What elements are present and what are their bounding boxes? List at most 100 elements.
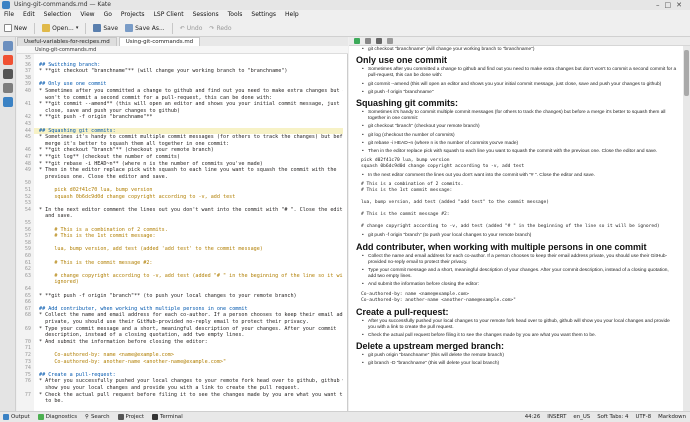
code-line[interactable]: lua, bump version, add test (added 'add …	[39, 246, 343, 253]
menu-item[interactable]: Edit	[23, 10, 35, 20]
code-line[interactable]: pick d02f41c70 lua, bump version	[39, 187, 343, 194]
code-line[interactable]: won't to commit a second commit for a pu…	[39, 95, 343, 102]
tab-useful-variables[interactable]: Useful-variables-for-recipes.md	[17, 37, 117, 46]
code-line[interactable]: ## Squashing git commits:	[34, 127, 343, 135]
code-line[interactable]: previous one. Close the editor and save.	[39, 174, 343, 181]
code-line[interactable]: * And submit the information before clos…	[39, 339, 343, 346]
dictionary[interactable]: en_US	[573, 412, 590, 422]
code-line[interactable]: ## Switching branch:	[39, 62, 343, 69]
code-line[interactable]: * Type your commit message and a short, …	[39, 326, 343, 333]
tab-using-git-commands[interactable]: Using-git-commands.md	[118, 37, 201, 46]
new-button[interactable]: New	[4, 24, 27, 32]
project-toolview[interactable]: Project	[117, 412, 144, 422]
preview-list-item: git checkout "branchname" (will change y…	[356, 47, 677, 53]
filesystem-icon[interactable]	[3, 83, 13, 93]
lock-icon[interactable]	[376, 38, 382, 44]
redo-button[interactable]: ↷ Redo	[209, 25, 231, 32]
code-line[interactable]: * In the next editor comment the lines o…	[39, 207, 343, 214]
code-line[interactable]: and save.	[39, 213, 343, 220]
output-toolview[interactable]: Output	[3, 412, 30, 422]
toolbar-separator	[34, 22, 36, 34]
search-toolview[interactable]: ⚲ Search	[85, 412, 109, 422]
encoding[interactable]: UTF-8	[635, 412, 651, 422]
line-number: 73	[24, 358, 31, 365]
menu-item[interactable]: View	[80, 10, 94, 20]
undo-icon: ↶	[179, 24, 185, 32]
menu-item[interactable]: LSP Client	[154, 10, 184, 20]
undo-button[interactable]: ↶ Undo	[180, 25, 203, 32]
project-icon[interactable]	[3, 69, 13, 79]
code-line[interactable]: * **git commit --amend** (this will open…	[39, 101, 343, 108]
markdown-preview[interactable]: git checkout "branchname" (will change y…	[349, 46, 683, 411]
code-line[interactable]: * Sometimes it's handy to commit multipl…	[39, 134, 343, 141]
scrollbar-thumb[interactable]	[684, 50, 689, 96]
code-line[interactable]: ## Create a pull-request:	[39, 372, 343, 379]
documents-icon[interactable]	[3, 41, 13, 51]
line-number: 70	[24, 338, 31, 345]
line-number: 72	[24, 352, 31, 358]
code-line[interactable]: Co-authored-by: another-name <another-na…	[39, 359, 343, 366]
go-back-icon[interactable]	[365, 38, 371, 44]
preview-list-item: And submit the information before closin…	[356, 282, 677, 288]
code-line[interactable]: # This is the 1st commit message:	[39, 233, 343, 240]
code-line[interactable]: * **git push -f origin "branchname"**	[39, 114, 343, 121]
code-editor[interactable]: 35 36 37 38 39 40 41 42 43 44 45 46 47 48 49 50 51 52 53 54…	[17, 54, 348, 411]
line-number: 41	[24, 101, 31, 108]
menu-item[interactable]: Selection	[44, 10, 72, 20]
menu-item[interactable]: Settings	[251, 10, 276, 20]
code-line[interactable]: to be.	[39, 398, 343, 405]
line-number: 68	[24, 312, 31, 319]
line-number: 37	[24, 68, 31, 75]
code-line[interactable]: ## Only use one commit	[39, 81, 343, 88]
preview-scrollbar[interactable]	[683, 46, 690, 411]
code-line[interactable]: * Collect the name and email address for…	[39, 312, 343, 319]
indentation-mode[interactable]: Soft Tabs: 4	[597, 412, 628, 422]
code-line[interactable]: * **git push -f origin "branch"** (to pu…	[39, 293, 343, 300]
code-line[interactable]: private, you should use their GitHub-pro…	[39, 319, 343, 326]
code-line[interactable]: # This is a combination of 2 commits.	[39, 227, 343, 234]
menu-item[interactable]: File	[4, 10, 14, 20]
diagnostics-toolview[interactable]: Diagnostics	[37, 412, 77, 422]
code-line[interactable]: Co-authored-by: name <name@example.com>	[39, 352, 343, 359]
menu-item[interactable]: Go	[104, 10, 112, 20]
git-icon[interactable]	[3, 55, 13, 65]
go-forward-icon[interactable]	[354, 38, 360, 44]
code-line[interactable]: close, save and push your changes to git…	[39, 108, 343, 115]
preview-list-item: git log (checkout the number of commits)	[356, 133, 677, 139]
code-line[interactable]: * Sometimes after you committed a change…	[39, 88, 343, 95]
syntax-mode[interactable]: Markdown	[658, 412, 686, 422]
code-line[interactable]: * **git log** (checkout the number of co…	[39, 154, 343, 161]
code-line[interactable]: description, instead of a closing quotat…	[39, 332, 343, 339]
menu-item[interactable]: Help	[285, 10, 299, 20]
code-line[interactable]: * **git checkout "branch"** (checkout yo…	[39, 147, 343, 154]
save-button[interactable]: Save	[93, 24, 118, 32]
input-mode[interactable]: INSERT	[547, 412, 566, 422]
preview-heading: Delete a upstream merged branch:	[356, 341, 505, 352]
cursor-position[interactable]: 44:26	[525, 412, 541, 422]
window-controls[interactable]: –□✕	[656, 0, 687, 10]
chevron-down-icon[interactable]: ▾	[76, 25, 79, 31]
open-button[interactable]: Open... ▾	[42, 24, 78, 32]
code-line[interactable]: # change copyright according to -v, add …	[39, 273, 343, 280]
code-line[interactable]: show you your local changes and provide …	[39, 385, 343, 392]
code-line[interactable]: # This is the commit message #2:	[39, 260, 343, 267]
save-as-button[interactable]: Save As...	[125, 24, 165, 32]
symbols-icon[interactable]	[3, 97, 13, 107]
terminal-toolview[interactable]: Terminal	[151, 412, 183, 422]
settings-icon[interactable]	[387, 38, 393, 44]
code-line[interactable]: * **git checkout "branchname"** (will ch…	[39, 68, 343, 75]
line-number: 43	[24, 121, 31, 127]
code-line[interactable]: ignored)	[39, 279, 343, 286]
menu-item[interactable]: Tools	[228, 10, 243, 20]
preview-list-item: After you successfully pushed your local…	[356, 319, 677, 331]
code-line[interactable]: ## Add contributer, when working with mu…	[39, 306, 343, 313]
code-line[interactable]: merge it's better to squash them all tog…	[39, 141, 343, 148]
breadcrumb[interactable]: Using-git-commands.md	[17, 46, 348, 54]
code-line[interactable]: * After you successfully pushed your loc…	[39, 378, 343, 385]
menu-item[interactable]: Projects	[121, 10, 145, 20]
code-line[interactable]: * **git rebase -i HEAD~n** (where n is t…	[39, 161, 343, 168]
code-line[interactable]: * Check the actual pull request before f…	[39, 392, 343, 399]
menu-item[interactable]: Sessions	[193, 10, 219, 20]
code-line[interactable]: squash 0b6dc9d0d change copyright accord…	[39, 194, 343, 201]
code-line[interactable]: * Then in the editor replace pick with s…	[39, 167, 343, 174]
